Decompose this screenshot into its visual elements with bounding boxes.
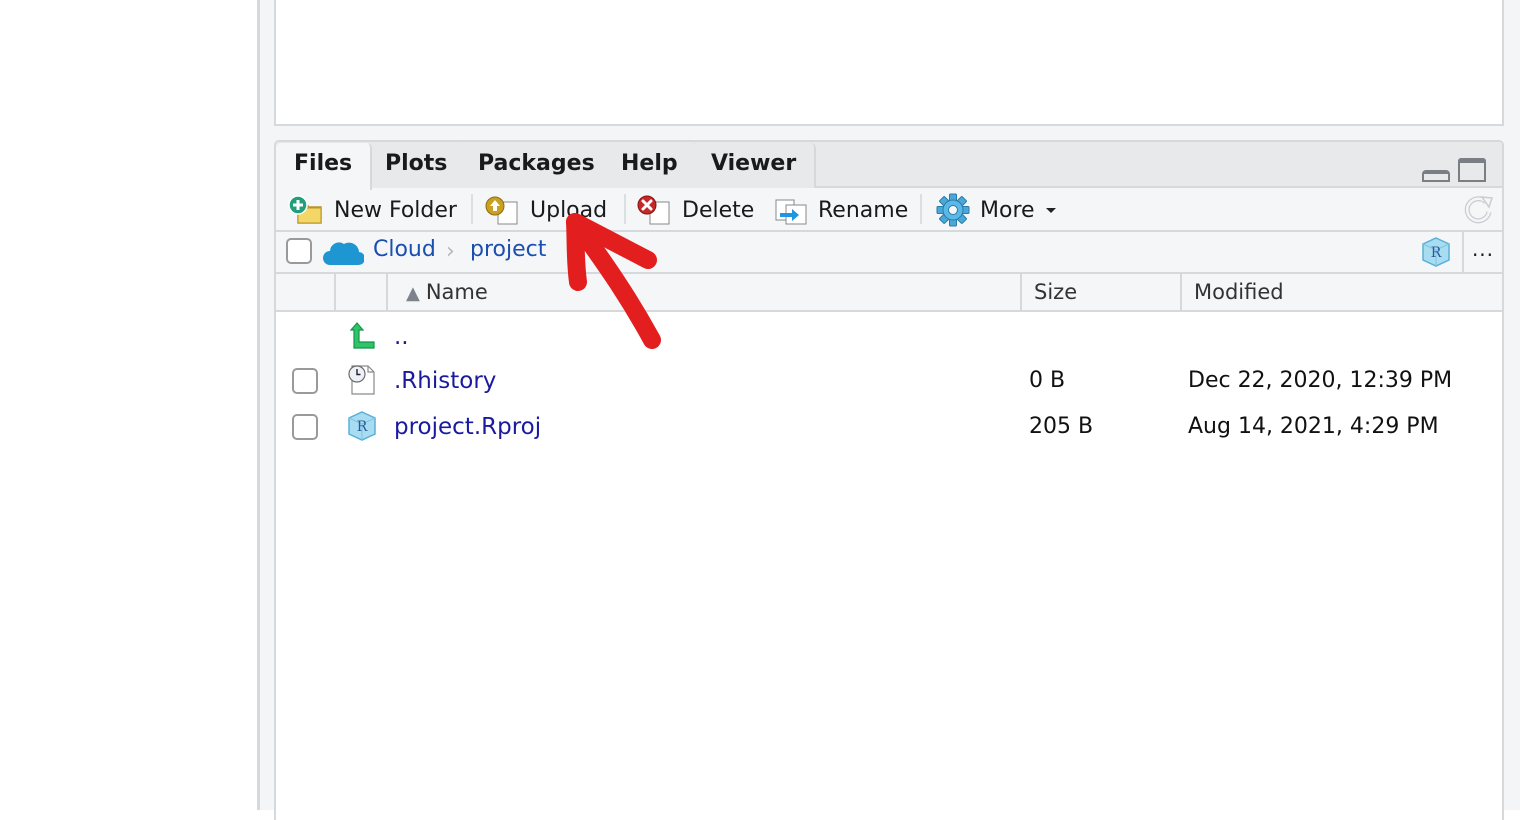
file-row[interactable]: R project.Rproj 205 B Aug 14, 2021, 4:29… — [276, 404, 1502, 450]
files-pane: Files Plots Packages Help Viewer New Fol… — [274, 140, 1504, 820]
maximize-icon[interactable] — [1458, 158, 1486, 182]
file-modified: Dec 22, 2020, 12:39 PM — [1188, 368, 1453, 393]
column-header-size[interactable]: Size — [1020, 274, 1180, 310]
column-header-icon — [334, 274, 386, 310]
new-folder-button[interactable]: New Folder — [288, 188, 457, 232]
caret-down-icon — [1045, 208, 1056, 213]
rproj-icon[interactable]: R — [1420, 236, 1452, 268]
file-name[interactable]: project.Rproj — [394, 404, 541, 450]
toolbar-divider — [624, 194, 626, 224]
tab-viewer[interactable]: Viewer — [693, 143, 817, 188]
tab-plots[interactable]: Plots — [367, 143, 468, 188]
path-bar: Cloud › project R ... — [276, 232, 1502, 274]
breadcrumb-cloud[interactable]: Cloud — [373, 232, 436, 272]
breadcrumb-separator: › — [446, 239, 455, 264]
rename-button[interactable]: Rename — [774, 188, 908, 232]
tab-help[interactable]: Help — [603, 143, 698, 188]
file-size: 205 B — [1029, 414, 1094, 439]
file-size: 0 B — [1029, 368, 1066, 393]
new-folder-icon — [288, 195, 322, 224]
history-file-icon — [348, 365, 375, 395]
upload-label: Upload — [530, 197, 608, 223]
column-header-name[interactable]: ▲ Name — [386, 274, 1022, 310]
gear-icon — [936, 193, 970, 227]
select-all-checkbox[interactable] — [286, 238, 312, 264]
rename-label: Rename — [818, 197, 909, 223]
upper-pane — [274, 0, 1504, 126]
upload-button[interactable]: Upload — [484, 188, 607, 232]
file-checkbox[interactable] — [292, 414, 318, 440]
toolbar-divider — [920, 194, 922, 224]
more-label: More — [980, 197, 1035, 223]
svg-text:R: R — [1431, 245, 1442, 261]
new-folder-label: New Folder — [334, 197, 457, 223]
breadcrumb-project[interactable]: project — [470, 232, 546, 272]
file-table-header: ▲ Name Size Modified — [276, 274, 1502, 312]
tab-files[interactable]: Files — [276, 143, 373, 190]
left-empty-area — [0, 0, 258, 810]
files-toolbar: New Folder Upload Delete Rename More — [276, 188, 1502, 232]
rename-icon — [775, 199, 807, 225]
file-row-parent[interactable]: .. — [276, 314, 1502, 360]
file-name[interactable]: .Rhistory — [394, 358, 496, 404]
delete-button[interactable]: Delete — [636, 188, 754, 232]
upload-icon — [485, 196, 518, 225]
file-name[interactable]: .. — [394, 314, 409, 360]
rproj-file-icon: R — [348, 411, 376, 441]
refresh-icon[interactable] — [1462, 194, 1494, 226]
minimize-icon[interactable] — [1422, 170, 1450, 182]
cloud-icon[interactable] — [322, 237, 364, 267]
file-row[interactable]: .Rhistory 0 B Dec 22, 2020, 12:39 PM — [276, 358, 1502, 404]
window-controls — [1422, 156, 1486, 182]
file-checkbox[interactable] — [292, 368, 318, 394]
pane-tabbar: Files Plots Packages Help Viewer — [276, 142, 1502, 190]
sort-ascending-icon: ▲ — [406, 283, 420, 304]
more-button[interactable]: More — [936, 188, 1057, 232]
delete-label: Delete — [682, 197, 755, 223]
path-more-button[interactable]: ... — [1462, 232, 1502, 272]
tab-packages[interactable]: Packages — [460, 143, 615, 188]
file-modified: Aug 14, 2021, 4:29 PM — [1188, 414, 1439, 439]
svg-text:R: R — [357, 419, 368, 435]
column-header-modified[interactable]: Modified — [1180, 274, 1502, 310]
toolbar-divider — [471, 194, 473, 224]
column-name-label: Name — [425, 280, 488, 304]
parent-folder-icon — [349, 322, 375, 349]
delete-icon — [637, 195, 670, 225]
